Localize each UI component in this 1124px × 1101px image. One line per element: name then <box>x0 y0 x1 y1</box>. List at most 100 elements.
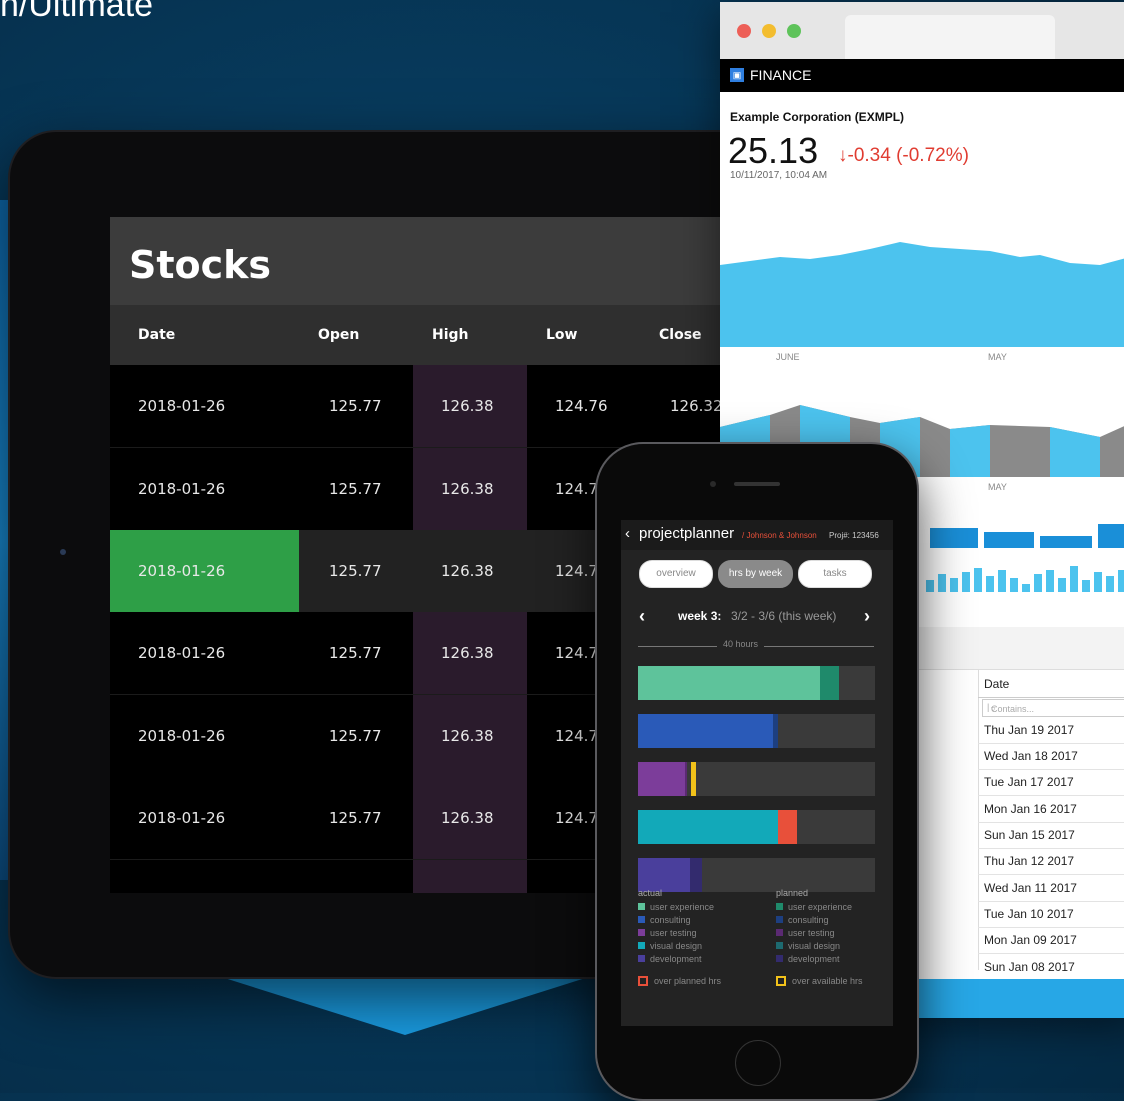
grid-row[interactable]: Tue Jan 10 2017 <box>978 901 1124 928</box>
grid-cell-date: Tue Jan 17 2017 <box>984 775 1074 789</box>
cell-date[interactable]: 2018-01-26 <box>138 562 225 580</box>
tab-tasks[interactable]: tasks <box>798 560 872 588</box>
cell-open[interactable]: 125.77 <box>329 809 382 827</box>
legend-label: consulting <box>788 914 829 925</box>
home-button[interactable] <box>735 1040 781 1086</box>
legend-swatch <box>776 916 783 923</box>
cell-open[interactable]: 125.77 <box>329 397 382 415</box>
close-window-icon[interactable] <box>737 24 751 38</box>
grid-row[interactable]: Wed Jan 18 2017 <box>978 743 1124 770</box>
week-navigator: ‹ week 3: 3/2 - 3/6 (this week) › <box>621 606 893 626</box>
grid-row[interactable]: Tue Jan 17 2017 <box>978 769 1124 796</box>
hours-bar-actual[interactable] <box>638 714 773 748</box>
cell-high[interactable]: 126.38 <box>441 480 494 498</box>
grid-cell-date: Wed Jan 18 2017 <box>984 749 1078 763</box>
table-row[interactable]: 2018-01-26 125.77 126.38 124.76 126.32 <box>110 365 750 447</box>
col-header-close[interactable]: Close <box>659 327 702 343</box>
cell-date[interactable]: 2018-01-26 <box>138 397 225 415</box>
legend-swatch <box>638 929 645 936</box>
hours-bar-track <box>638 714 875 748</box>
spark-bar <box>950 578 958 592</box>
maximize-window-icon[interactable] <box>787 24 801 38</box>
grid-cell-date: Wed Jan 11 2017 <box>984 881 1077 895</box>
grid-row[interactable]: Mon Jan 16 2017 <box>978 796 1124 823</box>
month-label: MAY <box>988 482 1007 492</box>
legend-over-planned: over planned hrs <box>638 976 721 986</box>
phone-device: ‹ projectplanner / Johnson & Johnson Pro… <box>595 442 919 1101</box>
next-week-chevron-icon[interactable]: › <box>864 606 870 627</box>
col-header-open[interactable]: Open <box>318 327 359 343</box>
planner-app-bar: ‹ projectplanner / Johnson & Johnson Pro… <box>621 520 893 550</box>
cell-date[interactable]: 2018-01-26 <box>138 809 225 827</box>
cell-high[interactable]: 126.38 <box>441 809 494 827</box>
legend-item: visual design <box>638 939 714 952</box>
back-chevron-icon[interactable]: ‹ <box>625 525 630 542</box>
cell-date[interactable]: 2018-01-26 <box>138 644 225 662</box>
finance-app-bar: ▣ FINANCE <box>720 59 1124 92</box>
cell-high[interactable]: 126.38 <box>441 644 494 662</box>
col-header-low[interactable]: Low <box>546 327 577 343</box>
col-header-high[interactable]: High <box>432 327 469 343</box>
price-area <box>720 242 1124 347</box>
hours-bar-planned[interactable] <box>773 714 778 748</box>
spark-bar <box>1106 576 1114 592</box>
minimize-window-icon[interactable] <box>762 24 776 38</box>
browser-tab[interactable] <box>845 15 1055 59</box>
phone-camera <box>710 481 716 487</box>
cell-open[interactable]: 125.77 <box>329 562 382 580</box>
price-change-value: -0.34 (-0.72%) <box>847 145 969 166</box>
grid-row[interactable]: Wed Jan 11 2017 <box>978 875 1124 902</box>
grid-row[interactable]: Mon Jan 09 2017 <box>978 927 1124 954</box>
finance-logo-icon: ▣ <box>730 68 744 82</box>
grid-row[interactable]: Thu Jan 19 2017 <box>978 717 1124 744</box>
legend-item: visual design <box>776 939 852 952</box>
tab-hrs-by-week[interactable]: hrs by week <box>718 560 793 588</box>
hours-bar-planned[interactable] <box>690 858 702 892</box>
hours-bar-actual[interactable] <box>638 810 778 844</box>
legend-label: user testing <box>650 927 697 938</box>
cell-close[interactable]: 126.32 <box>670 397 723 415</box>
cell-date[interactable]: 2018-01-26 <box>138 727 225 745</box>
cell-open[interactable]: 125.77 <box>329 644 382 662</box>
cell-open[interactable]: 125.77 <box>329 727 382 745</box>
spark-bar <box>1094 572 1102 592</box>
tablet-camera <box>60 549 66 555</box>
cell-low[interactable]: 124.76 <box>555 397 608 415</box>
grid-cell-date: Thu Jan 12 2017 <box>984 854 1075 868</box>
headline: n/Ultimate <box>0 0 154 24</box>
legend-label: development <box>788 953 840 964</box>
cell-high[interactable]: 126.38 <box>441 727 494 745</box>
grid-cell-date: Sun Jan 15 2017 <box>984 828 1075 842</box>
cell-high[interactable]: 126.38 <box>441 397 494 415</box>
hours-bar-planned[interactable] <box>820 666 839 700</box>
hours-bar-planned[interactable] <box>685 762 687 796</box>
grid-column-header-label: Date <box>984 677 1010 691</box>
spark-bar <box>938 574 946 592</box>
grid-row[interactable]: Thu Jan 12 2017 <box>978 848 1124 875</box>
date-filter-input[interactable]: ▿ | Contains... <box>982 699 1124 717</box>
cell-high[interactable]: 126.38 <box>441 562 494 580</box>
hours-bar-track <box>638 810 875 844</box>
hours-bar-actual[interactable] <box>638 666 820 700</box>
spark-bar <box>1070 566 1078 592</box>
spark-bar <box>974 568 982 592</box>
hours-bar-actual[interactable] <box>638 762 685 796</box>
hours-bar-actual[interactable] <box>638 858 690 892</box>
bar-sparkline <box>926 524 1124 592</box>
legend-swatch <box>638 916 645 923</box>
col-header-date[interactable]: Date <box>138 327 175 343</box>
hours-bar-track <box>638 762 875 796</box>
cell-open[interactable]: 125.77 <box>329 480 382 498</box>
spark-bar <box>1082 580 1090 592</box>
price-area-chart <box>720 242 1124 347</box>
cell-date[interactable]: 2018-01-26 <box>138 480 225 498</box>
grid-row[interactable]: Sun Jan 15 2017 <box>978 822 1124 849</box>
browser-chrome <box>720 2 1124 59</box>
grid-column-header-date[interactable]: Date <box>978 670 1124 698</box>
hours-bar-planned[interactable] <box>778 810 797 844</box>
tab-overview[interactable]: overview <box>639 560 713 588</box>
grid-row[interactable]: Sun Jan 08 2017 <box>978 954 1124 981</box>
over-available-swatch <box>776 976 786 986</box>
spark-bar <box>986 576 994 592</box>
prev-week-chevron-icon[interactable]: ‹ <box>639 606 645 627</box>
